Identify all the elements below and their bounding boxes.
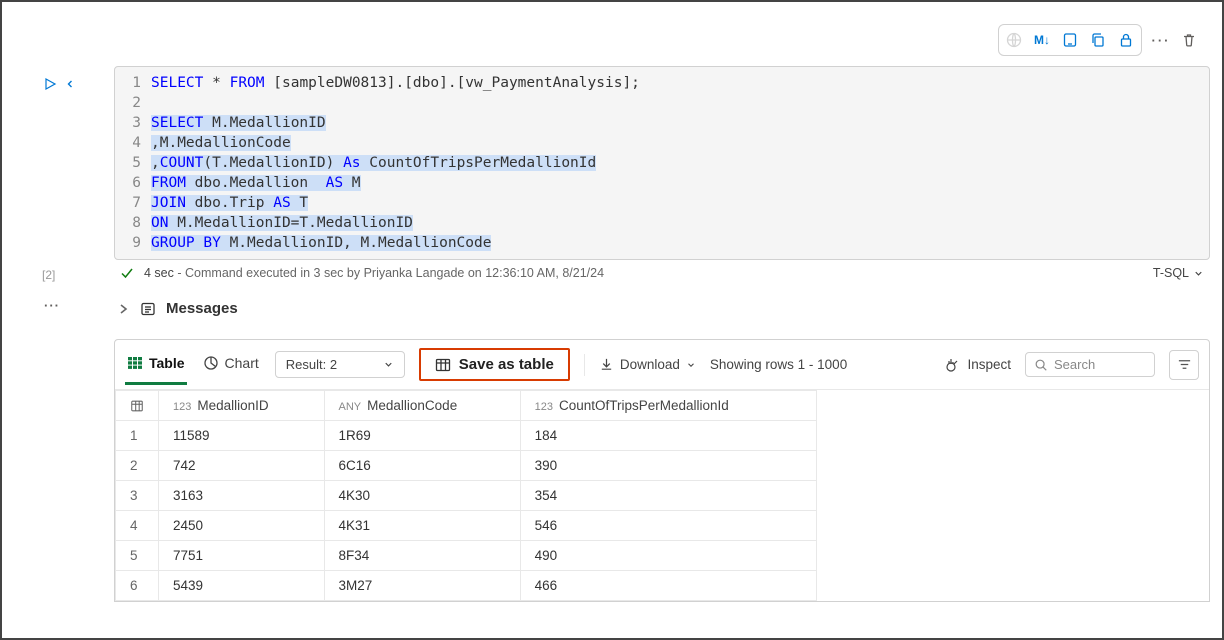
results-grid-wrap: 123MedallionIDANYMedallionCode123CountOf… <box>115 390 817 601</box>
column-header[interactable]: ANYMedallionCode <box>324 391 520 421</box>
cell-more-icon[interactable]: ··· <box>42 298 60 313</box>
lock-icon[interactable] <box>1113 27 1139 53</box>
results-table[interactable]: 123MedallionIDANYMedallionCode123CountOf… <box>115 390 817 601</box>
table-icon <box>435 357 451 373</box>
rows-info: Showing rows 1 - 1000 <box>710 357 847 372</box>
trash-icon[interactable] <box>1176 27 1202 53</box>
status-duration: 4 sec <box>144 266 174 280</box>
status-text: - Command executed in 3 sec by Priyanka … <box>177 266 604 280</box>
sql-editor[interactable]: 123456789 SELECT * FROM [sampleDW0813].[… <box>114 66 1210 260</box>
table-row[interactable]: 654393M27466 <box>116 571 817 601</box>
code-cell: [2] ··· 123456789 SELECT * FROM [sampleD… <box>14 66 1210 602</box>
rownum-header-icon[interactable] <box>116 391 159 421</box>
tab-table[interactable]: Table <box>125 353 187 377</box>
more-icon[interactable]: ··· <box>1148 27 1174 53</box>
tab-chart[interactable]: Chart <box>201 353 261 377</box>
column-header[interactable]: 123CountOfTripsPerMedallionId <box>520 391 816 421</box>
table-row[interactable]: 331634K30354 <box>116 481 817 511</box>
save-as-table-button[interactable]: Save as table <box>419 348 570 381</box>
markdown-icon[interactable]: M↓ <box>1029 27 1055 53</box>
copy-icon[interactable] <box>1085 27 1111 53</box>
messages-label: Messages <box>166 300 238 317</box>
table-row[interactable]: 424504K31546 <box>116 511 817 541</box>
run-options-chevron[interactable] <box>62 78 78 90</box>
messages-list-icon <box>140 301 156 317</box>
run-cell-button[interactable] <box>42 76 58 92</box>
search-input[interactable]: Search <box>1025 352 1155 377</box>
inspect-button[interactable]: Inspect <box>945 357 1011 373</box>
globe-icon[interactable] <box>1001 27 1027 53</box>
table-grid-icon <box>127 355 143 371</box>
execution-status: 4 sec - Command executed in 3 sec by Pri… <box>114 260 1210 286</box>
app-frame: M↓ ··· <box>0 0 1224 640</box>
cell-toolbar-group: M↓ <box>998 24 1142 56</box>
table-row[interactable]: 1115891R69184 <box>116 421 817 451</box>
filter-icon[interactable] <box>1169 350 1199 380</box>
check-icon <box>120 266 134 280</box>
search-placeholder: Search <box>1054 357 1095 372</box>
cell-gutter <box>14 66 42 602</box>
pie-chart-icon <box>203 355 219 371</box>
language-selector[interactable]: T-SQL <box>1153 266 1204 280</box>
result-select[interactable]: Result: 2 <box>275 351 405 378</box>
tablet-icon[interactable] <box>1057 27 1083 53</box>
exec-count: [2] <box>42 268 55 282</box>
table-row[interactable]: 27426C16390 <box>116 451 817 481</box>
table-row[interactable]: 577518F34490 <box>116 541 817 571</box>
results-toolbar: Table Chart Result: 2 <box>115 340 1209 390</box>
messages-section[interactable]: Messages <box>116 300 1210 317</box>
cell-margin: [2] ··· <box>42 66 114 602</box>
download-button[interactable]: Download <box>599 357 696 372</box>
cell-toolbar: M↓ ··· <box>998 24 1202 56</box>
results-panel: Table Chart Result: 2 <box>114 339 1210 602</box>
column-header[interactable]: 123MedallionID <box>159 391 325 421</box>
chevron-right-icon <box>116 302 130 316</box>
